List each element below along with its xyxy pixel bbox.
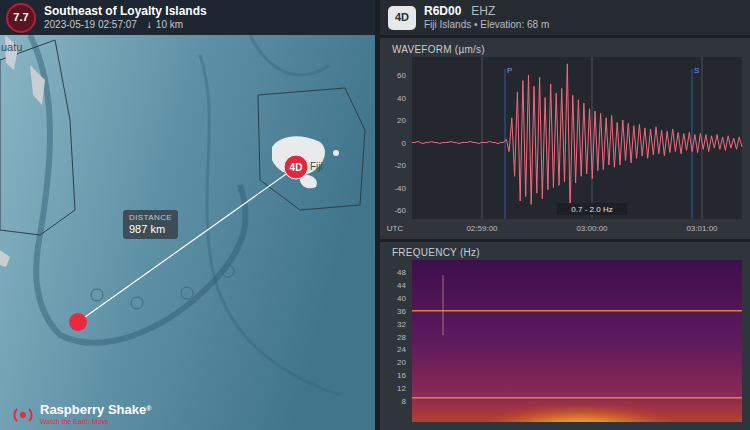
svg-text:0: 0: [402, 139, 407, 148]
magnitude-badge: 7.7: [6, 3, 36, 33]
svg-text:40: 40: [397, 94, 406, 103]
event-depth: ↓10 km: [147, 18, 183, 31]
epicenter-marker[interactable]: [69, 313, 87, 331]
constant-line: [412, 310, 742, 312]
station-code: R6D00EHZ: [424, 4, 549, 18]
svg-text:4D: 4D: [290, 162, 303, 173]
svg-text:P: P: [507, 66, 512, 75]
spectrogram: 48 44 40 36 32 28 24 20 16 12 8: [380, 260, 750, 422]
svg-text:8: 8: [402, 397, 407, 406]
svg-text:03:00:00: 03:00:00: [576, 224, 608, 233]
svg-text:-60: -60: [394, 206, 406, 215]
svg-text:60: 60: [397, 71, 406, 80]
station-subtitle: Fiji Islands • Elevation: 68 m: [424, 18, 549, 31]
distance-line: [78, 167, 296, 322]
station-panel: 4D R6D00EHZFiji Islands • Elevation: 68 m…: [380, 0, 750, 430]
svg-text:S: S: [694, 66, 699, 75]
map-canvas[interactable]: uatu Fiji 4D: [0, 35, 375, 430]
svg-text:16: 16: [397, 371, 406, 380]
waveform-card: WAVEFORM (µm/s) 60 40 20 0 -20 -40 -60 P S 0.7 - 2…: [380, 38, 750, 239]
svg-text:03:01:00: 03:01:00: [686, 224, 718, 233]
event-time: 2023-05-19 02:57:07: [44, 18, 137, 31]
svg-text:24: 24: [397, 345, 406, 354]
event-header: 7.7 Southeast of Loyalty Islands2023-05-1…: [0, 0, 375, 35]
frequency-title: FREQUENCY (Hz): [380, 246, 750, 260]
svg-text:36: 36: [397, 307, 406, 316]
svg-text:44: 44: [397, 281, 406, 290]
svg-text:20: 20: [397, 358, 406, 367]
svg-text:20: 20: [397, 116, 406, 125]
svg-text:28: 28: [397, 333, 406, 342]
phase-marker: P: [505, 66, 512, 219]
svg-text:-20: -20: [394, 161, 406, 170]
event-title: Southeast of Loyalty Islands: [44, 4, 207, 18]
station-pin[interactable]: [284, 155, 308, 179]
waveform-title: WAVEFORM (µm/s): [380, 43, 750, 57]
map[interactable]: uatu Fiji 4D DISTANCE987 km Raspberry Shake®…: [0, 35, 375, 430]
event-panel: 7.7 Southeast of Loyalty Islands2023-05-1…: [0, 0, 375, 430]
station-header: 4D R6D00EHZFiji Islands • Elevation: 68 m: [380, 0, 750, 35]
distance-label: DISTANCE987 km: [123, 210, 178, 239]
svg-text:UTC: UTC: [387, 224, 404, 233]
region-label: uatu: [1, 41, 22, 53]
frequency-card: FREQUENCY (Hz) 48 44 40 36 32 28 24 20 16 12 8: [380, 242, 750, 430]
logo: Raspberry Shake®Watch the Earth Move: [12, 403, 151, 426]
svg-text:-40: -40: [394, 184, 406, 193]
waveform-line: [412, 64, 742, 210]
region-label: Fiji: [310, 161, 323, 172]
constant-line: [412, 397, 742, 399]
svg-text:40: 40: [397, 294, 406, 303]
filter-label: 0.7 - 2.0 Hz: [571, 205, 612, 214]
svg-text:02:59:00: 02:59:00: [466, 224, 498, 233]
svg-text:48: 48: [397, 268, 406, 277]
app: 7.7 Southeast of Loyalty Islands2023-05-1…: [0, 0, 750, 430]
svg-text:32: 32: [397, 320, 406, 329]
waveform-chart: 60 40 20 0 -20 -40 -60 P S 0.7 - 2.0 Hz UTC 02:59:0…: [380, 57, 750, 239]
station-badge: 4D: [388, 6, 416, 30]
svg-text:12: 12: [397, 384, 406, 393]
shake-logo-icon: [12, 404, 34, 426]
